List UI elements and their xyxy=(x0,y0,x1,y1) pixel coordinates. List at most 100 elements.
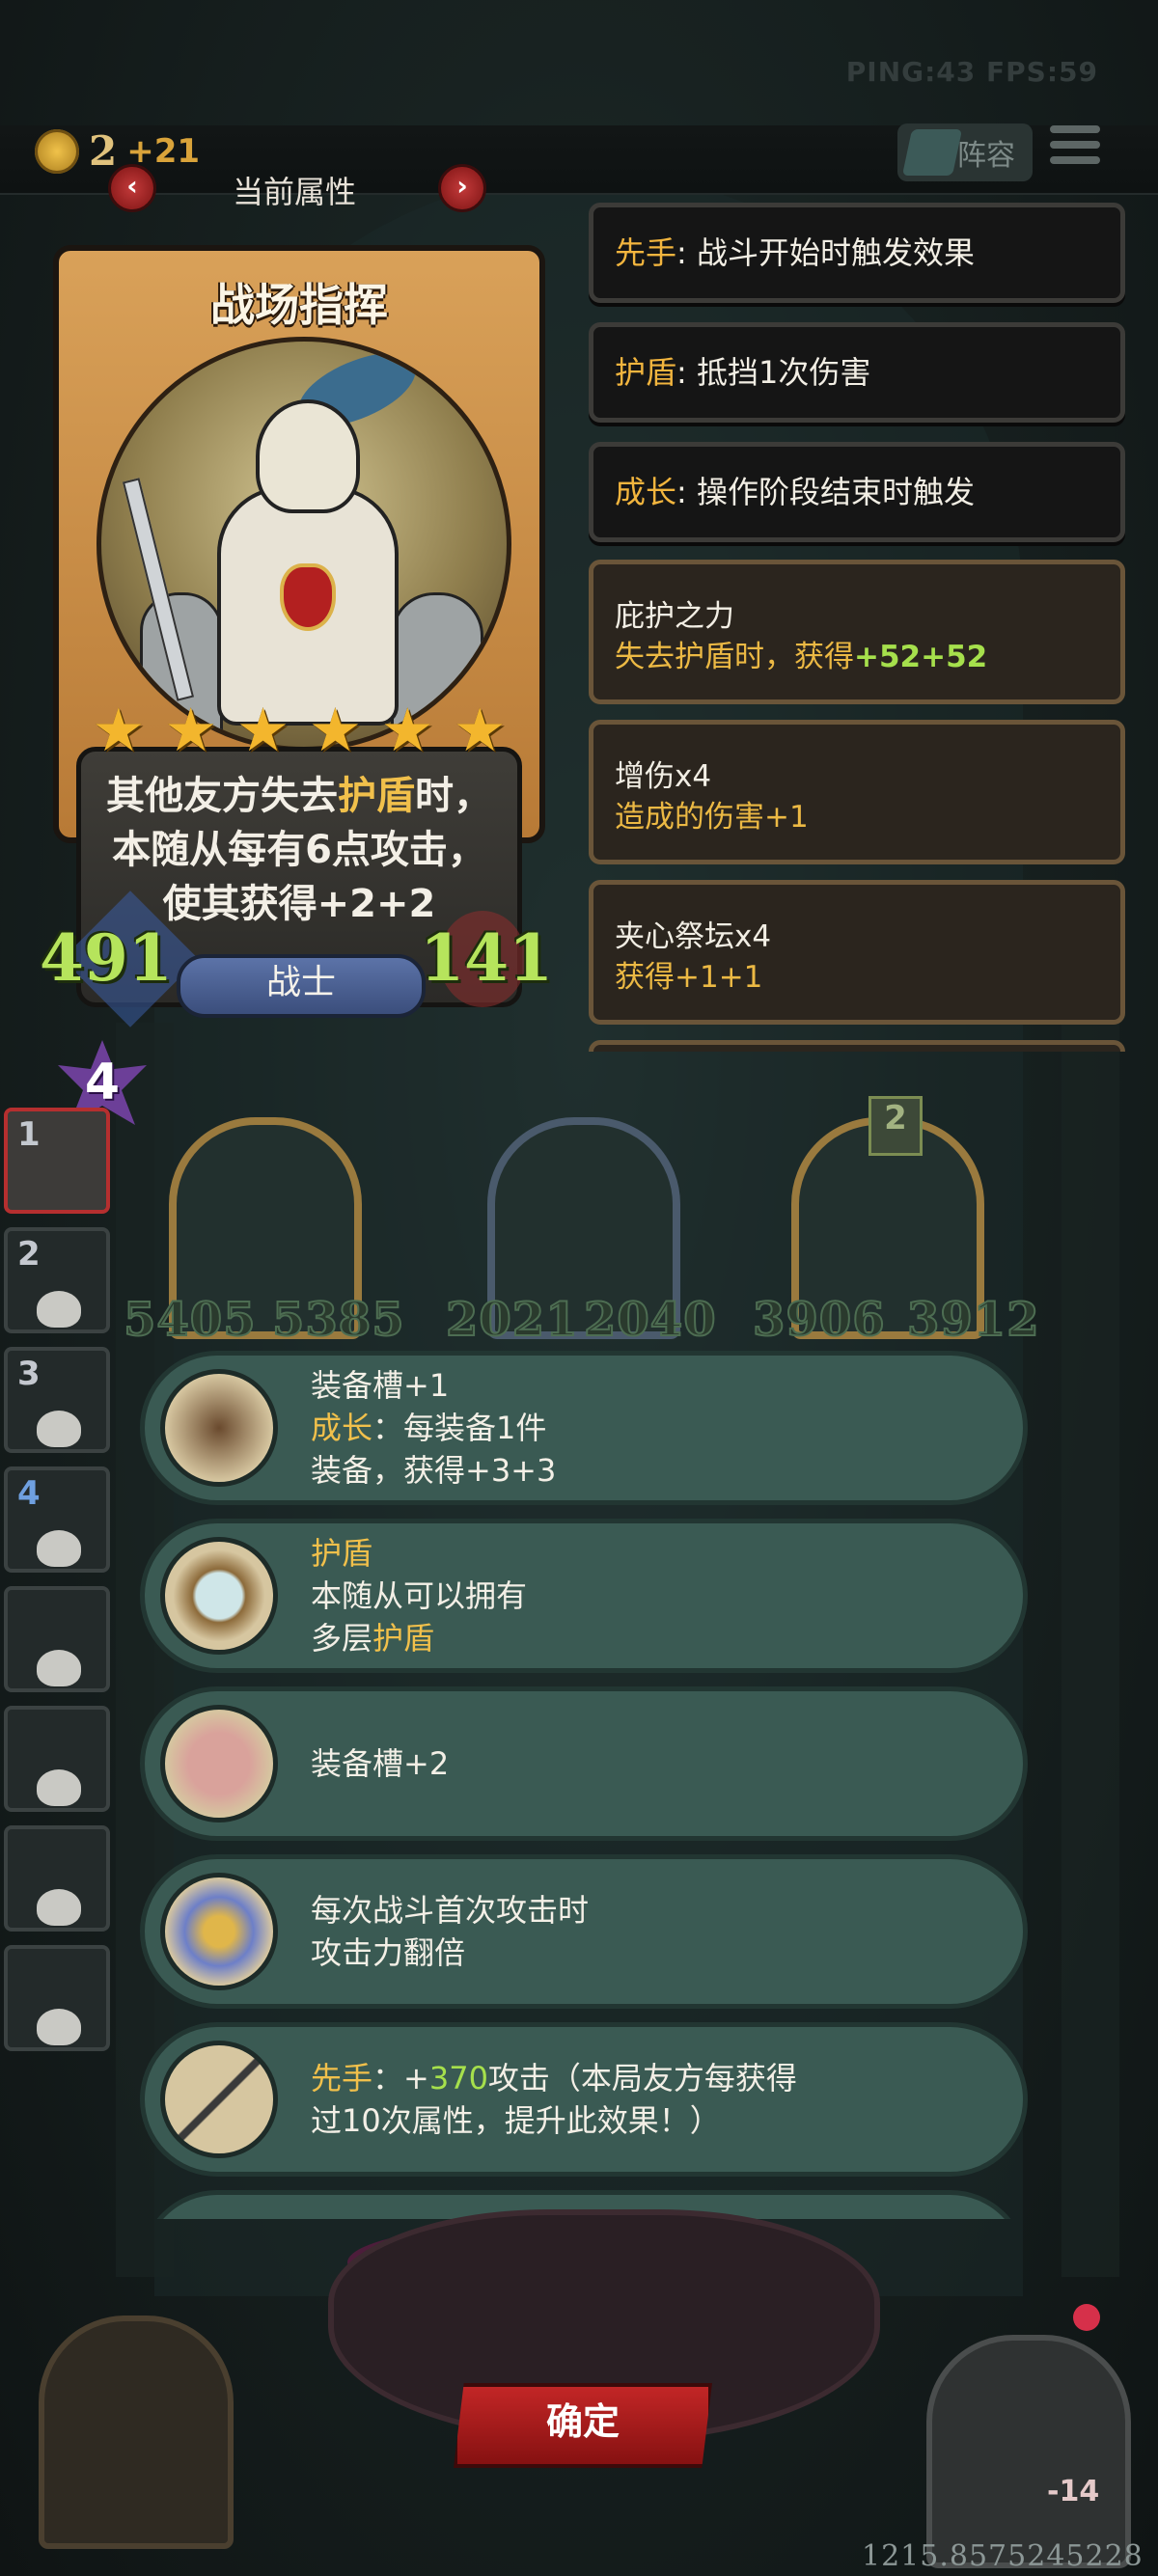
tavern-level: 4 xyxy=(84,1054,121,1111)
bench-slot[interactable]: 3 xyxy=(4,1347,110,1453)
opponent-health: -14 xyxy=(1047,2475,1100,2508)
hero-card: 战场指挥 其他友方失去护盾时，本随从每有6点攻击，使其获得+2+2 ★ ★ ★ … xyxy=(40,245,553,1028)
knight-helmet xyxy=(256,399,360,513)
bench-slot[interactable] xyxy=(4,1945,110,2051)
spear-icon xyxy=(160,2041,278,2158)
equipment-text-segment: 370 xyxy=(428,2060,488,2096)
buff-entry: 夹心祭坛x4 获得+1+1 xyxy=(589,880,1125,1025)
equipment-line: 本随从可以拥有 xyxy=(311,1575,527,1617)
skull-icon xyxy=(37,1291,81,1328)
lineup-button[interactable]: 阵容 xyxy=(897,123,1033,181)
pig-armor-icon xyxy=(160,1705,278,1822)
equipment-entry[interactable]: 护盾 本随从可以拥有 多层护盾 xyxy=(140,1519,1028,1673)
red-gem-emblem xyxy=(280,563,336,631)
buff-name: 夹心祭坛x4 xyxy=(615,919,772,954)
skull-icon xyxy=(37,1411,81,1447)
keyword-box: 成长: 操作阶段结束时触发 xyxy=(589,442,1125,542)
equipment-text-segment: 攻击力翻倍 xyxy=(311,1934,466,1971)
unit-attack: 2021 xyxy=(445,1292,579,1348)
buff-value: +52+52 xyxy=(854,640,988,674)
star-icon: ★ xyxy=(92,695,146,765)
unit-level-badge: 2 xyxy=(868,1096,923,1156)
star-icon: ★ xyxy=(163,695,218,765)
buff-effect: 获得+1+1 xyxy=(615,960,763,995)
equipment-text-segment: 过10次属性，提升此效果！） xyxy=(311,2102,721,2139)
background-column xyxy=(1062,1023,1119,2277)
equipment-line: 装备槽+1 xyxy=(311,1364,556,1407)
coin-icon xyxy=(35,128,79,174)
buff-effect: 失去护盾时，获得 xyxy=(615,640,854,674)
bench-slot-number: 2 xyxy=(17,1235,41,1274)
equipment-text-segment: ：每装备1件 xyxy=(372,1410,547,1446)
equipment-line: 装备，获得+3+3 xyxy=(311,1449,556,1492)
next-arrow-button[interactable]: › xyxy=(438,164,486,212)
star-icon: ★ xyxy=(308,695,363,765)
attribute-list[interactable]: 先手: 战斗开始时触发效果 护盾: 抵挡1次伤害 成长: 操作阶段结束时触发 庇… xyxy=(583,203,1133,1052)
keyword-label: 成长 xyxy=(615,474,677,510)
magic-charm-icon xyxy=(160,1873,278,1990)
confirm-button[interactable]: 确定 xyxy=(454,2383,712,2468)
bench-slot[interactable]: 2 xyxy=(4,1227,110,1333)
skull-icon xyxy=(37,1889,81,1926)
hero-name: 战场指挥 xyxy=(210,279,388,331)
menu-button[interactable] xyxy=(1050,125,1100,170)
bench-slot[interactable]: 1 xyxy=(4,1108,110,1214)
equipment-text-segment: 护盾 xyxy=(372,1620,435,1657)
equipment-text-segment: 多层 xyxy=(311,1620,373,1657)
equipment-text: 每次战斗首次攻击时 攻击力翻倍 xyxy=(311,1859,589,2004)
keyword-box: 先手: 战斗开始时触发效果 xyxy=(589,203,1125,303)
bench-slot[interactable] xyxy=(4,1706,110,1812)
equipment-text: 先手：+370攻击（本局友方每获得过10次属性，提升此效果！） xyxy=(311,2027,797,2172)
equipment-line: 成长：每装备1件 xyxy=(311,1407,556,1449)
equipment-text-segment: ：+ xyxy=(372,2060,429,2096)
attribute-header: 当前属性 ‹ › xyxy=(108,164,486,212)
buff-name: 庇护之力 xyxy=(615,599,734,634)
hero-class: 战士 xyxy=(177,954,426,1018)
equipment-entry[interactable]: 装备槽+2 xyxy=(140,1686,1028,1841)
opponent-portrait[interactable] xyxy=(926,2335,1131,2568)
keyword-box: 护盾: 抵挡1次伤害 xyxy=(589,322,1125,423)
equipment-line: 每次战斗首次攻击时 xyxy=(311,1889,589,1932)
equipment-text-segment: 先手 xyxy=(311,2060,373,2096)
hero-portrait xyxy=(96,337,511,752)
equipment-entry[interactable]: 先手：+370攻击（本局友方每获得过10次属性，提升此效果！） xyxy=(140,2022,1028,2177)
keyword-text: : 战斗开始时触发效果 xyxy=(676,234,975,271)
skull-icon xyxy=(37,2009,81,2045)
equipment-text-segment: 装备槽+2 xyxy=(311,1745,450,1782)
notification-dot xyxy=(1073,2304,1100,2331)
equipment-text-segment: 装备，获得+3+3 xyxy=(311,1452,557,1489)
buff-name: 增伤x4 xyxy=(615,759,712,794)
hero-description: 其他友方失去护盾时，本随从每有6点攻击，使其获得+2+2 xyxy=(106,774,492,926)
equipment-text-segment: 护盾 xyxy=(311,1535,373,1572)
prev-arrow-button[interactable]: ‹ xyxy=(108,164,156,212)
skull-icon xyxy=(37,1530,81,1567)
equipment-line: 装备槽+2 xyxy=(311,1742,449,1785)
equipment-text-segment: 每次战斗首次攻击时 xyxy=(311,1892,590,1929)
equipment-text: 装备槽+1 成长：每装备1件 装备，获得+3+3 xyxy=(311,1356,556,1500)
equipment-text: 护盾 本随从可以拥有 多层护盾 xyxy=(311,1523,527,1668)
bench-slot[interactable]: 4 xyxy=(4,1466,110,1573)
network-status: PING:43 FPS:59 xyxy=(845,56,1098,88)
star-icon: ★ xyxy=(235,695,290,765)
equipment-text-segment: 攻击（本局友方每获得 xyxy=(487,2060,797,2096)
bench-slot-number: 4 xyxy=(17,1474,41,1513)
equipment-entry[interactable]: 每次战斗首次攻击时 攻击力翻倍 xyxy=(140,1854,1028,2009)
equipment-text-segment: 成长 xyxy=(311,1410,373,1446)
bench-slot[interactable] xyxy=(4,1825,110,1932)
armor-icon xyxy=(160,1369,278,1487)
keyword-label: 先手 xyxy=(615,234,677,271)
mirror-icon xyxy=(160,1537,278,1655)
shop-door[interactable] xyxy=(39,2316,234,2549)
unit-health: 2040 xyxy=(583,1292,717,1348)
bench-slot[interactable] xyxy=(4,1586,110,1692)
menu-icon xyxy=(1050,125,1100,133)
keyword-text: : 操作阶段结束时触发 xyxy=(676,474,975,510)
unit-health: 3912 xyxy=(906,1292,1040,1348)
equipment-entry[interactable]: 装备槽+1 成长：每装备1件 装备，获得+3+3 xyxy=(140,1351,1028,1505)
equipment-text-segment: 本随从可以拥有 xyxy=(311,1577,528,1614)
equipment-list[interactable]: 装备槽+1 成长：每装备1件 装备，获得+3+3 护盾 本随从可以拥有 多层护盾 装备槽… xyxy=(140,1351,1028,2219)
lineup-label: 阵容 xyxy=(957,139,1015,173)
star-icon: ★ xyxy=(380,695,435,765)
unit-attack: 5405 xyxy=(123,1292,257,1348)
hero-health: 141 xyxy=(420,920,553,996)
